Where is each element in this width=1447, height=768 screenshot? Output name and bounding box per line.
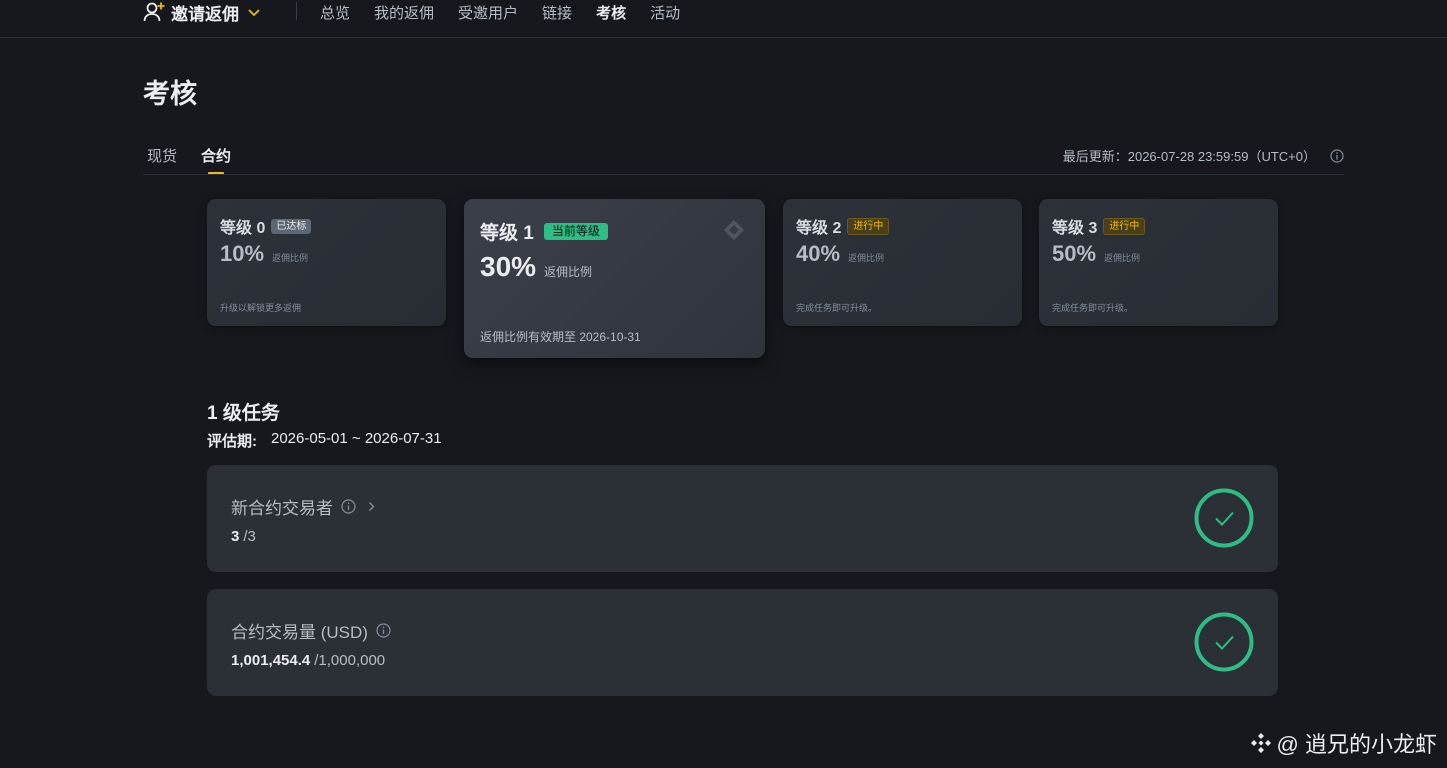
- period-label: 评估期:: [207, 433, 257, 450]
- last-update: 最后更新：2026-07-28 23:59:59（UTC+0）: [1063, 146, 1344, 165]
- nav-item-my-rebates[interactable]: 我的返佣: [374, 2, 434, 23]
- tier-header: 等级 3 进行中: [1052, 214, 1146, 238]
- tier-rate: 50% 返佣比例: [1052, 241, 1140, 267]
- info-icon[interactable]: [376, 623, 391, 638]
- tier-rate: 30% 返佣比例: [480, 251, 592, 283]
- rate-label: 返佣比例: [544, 265, 593, 279]
- rate-label: 返佣比例: [1104, 253, 1141, 263]
- task-name: 合约交易量 (USD): [231, 623, 368, 642]
- tier-rate: 10% 返佣比例: [220, 241, 308, 267]
- tier-header: 等级 0 已达标: [220, 214, 312, 238]
- progress-current: 3: [231, 528, 240, 545]
- binance-logo-icon: [1250, 733, 1271, 753]
- tier-note: 返佣比例有效期至 2026-10-31: [480, 330, 641, 344]
- nav-item-invited-users[interactable]: 受邀用户: [458, 2, 518, 23]
- task-card-new-futures-traders[interactable]: 新合约交易者 3/3: [207, 465, 1278, 572]
- tier-card-3[interactable]: 等级 3 进行中 50% 返佣比例 完成任务即可升级。: [1039, 199, 1278, 326]
- rate-value: 50%: [1052, 241, 1097, 266]
- nav-item-activities[interactable]: 活动: [650, 2, 680, 23]
- watermark-text: @ 逍兄的小龙虾: [1276, 732, 1437, 757]
- tier-card-2[interactable]: 等级 2 进行中 40% 返佣比例 完成任务即可升级。: [783, 199, 1022, 326]
- nav-item-links[interactable]: 链接: [542, 2, 572, 23]
- diamond-icon: [724, 220, 744, 240]
- tab-divider: [143, 174, 1344, 175]
- status-badge: 进行中: [847, 217, 890, 235]
- tier-header: 等级 2 进行中: [796, 214, 890, 238]
- task-name-row: 新合约交易者: [231, 494, 379, 519]
- progress-current: 1,001,454.4: [231, 652, 311, 669]
- status-badge: 已达标: [271, 218, 312, 234]
- brand-label: 邀请返佣: [171, 4, 239, 24]
- period-value: 2026-05-01 ~ 2026-07-31: [271, 430, 442, 447]
- tier-note: 完成任务即可升级。: [1052, 303, 1134, 313]
- current-badge: 当前等级: [543, 223, 608, 240]
- tier-card-0[interactable]: 等级 0 已达标 10% 返佣比例 升级以解锁更多返佣: [207, 199, 446, 326]
- task-section-title: 1 级任务: [207, 403, 280, 424]
- task-name-row: 合约交易量 (USD): [231, 618, 391, 643]
- tab-futures[interactable]: 合约: [197, 145, 235, 175]
- watermark: @ 逍兄的小龙虾: [1249, 727, 1437, 759]
- info-icon[interactable]: [1330, 148, 1344, 163]
- check-circle-icon: [1194, 488, 1254, 548]
- tier-card-1-current[interactable]: 等级 1 当前等级 30% 返佣比例 返佣比例有效期至 2026-10-31: [464, 199, 765, 358]
- tier-header: 等级 1 当前等级: [480, 218, 608, 245]
- tier-name: 等级 0: [220, 220, 266, 237]
- check-circle-icon: [1194, 612, 1254, 672]
- rate-label: 返佣比例: [848, 253, 885, 263]
- status-badge: 进行中: [1103, 217, 1146, 235]
- tier-note: 完成任务即可升级。: [796, 303, 878, 313]
- tier-note: 升级以解锁更多返佣: [220, 303, 302, 313]
- market-tabs: 现货 合约: [143, 145, 251, 175]
- rate-label: 返佣比例: [272, 253, 309, 263]
- rate-value: 40%: [796, 241, 841, 266]
- user-add-icon: [143, 2, 165, 22]
- tier-name: 等级 2: [796, 220, 842, 237]
- last-update-text: 最后更新：2026-07-28 23:59:59（UTC+0）: [1062, 149, 1316, 164]
- progress-target: /3: [243, 528, 256, 545]
- evaluation-period: 评估期: 2026-05-01 ~ 2026-07-31: [207, 430, 442, 451]
- info-icon[interactable]: [341, 499, 356, 514]
- chevron-down-icon: [248, 9, 260, 17]
- nav-items: 总览 我的返佣 受邀用户 链接 考核 活动: [320, 0, 704, 24]
- nav-divider: [296, 2, 297, 20]
- task-card-futures-volume[interactable]: 合约交易量 (USD) 1,001,454.4/1,000,000: [207, 589, 1278, 696]
- progress-target: /1,000,000: [314, 652, 386, 669]
- chevron-right-icon[interactable]: [364, 499, 379, 514]
- tier-rate: 40% 返佣比例: [796, 241, 884, 267]
- rate-value: 30%: [480, 251, 537, 282]
- page-title: 考核: [143, 79, 197, 109]
- tier-name: 等级 3: [1052, 220, 1098, 237]
- task-progress: 1,001,454.4/1,000,000: [231, 652, 385, 669]
- tier-name: 等级 1: [480, 223, 534, 244]
- brand-menu[interactable]: 邀请返佣: [143, 0, 261, 24]
- nav-item-overview[interactable]: 总览: [320, 2, 350, 23]
- task-name: 新合约交易者: [231, 499, 333, 518]
- top-nav: 邀请返佣 总览 我的返佣 受邀用户 链接 考核 活动: [0, 0, 1447, 38]
- nav-item-assessment[interactable]: 考核: [596, 2, 626, 23]
- rate-value: 10%: [220, 241, 265, 266]
- task-progress: 3/3: [231, 528, 256, 545]
- tab-spot[interactable]: 现货: [143, 145, 181, 166]
